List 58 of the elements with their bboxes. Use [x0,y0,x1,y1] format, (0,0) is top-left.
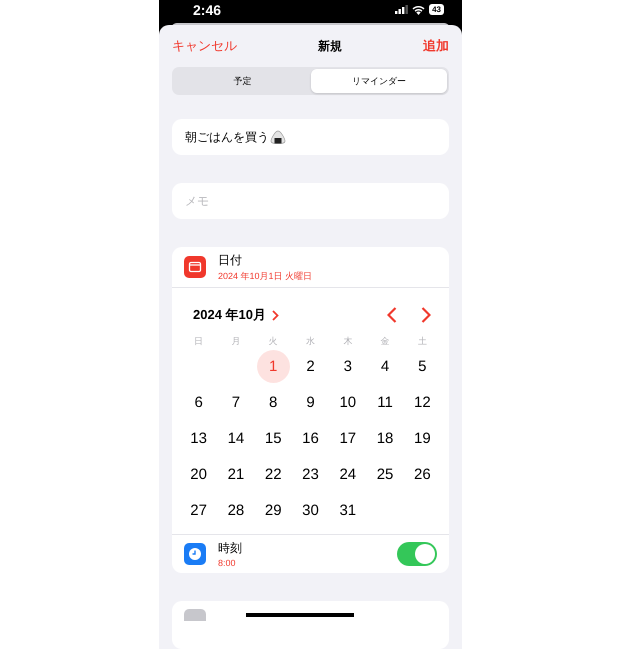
calendar-day[interactable]: 31 [331,494,364,526]
calendar-day[interactable]: 12 [406,386,439,418]
calendar-day[interactable]: 29 [256,494,290,526]
signal-icon [395,5,408,14]
time-label: 時刻 [218,540,243,557]
calendar-day[interactable]: 20 [182,458,216,490]
calendar-day[interactable]: 18 [368,422,402,454]
calendar-day[interactable]: 27 [182,494,216,526]
weekday-label: 水 [304,334,316,348]
segment-tab[interactable]: 予定 [174,69,310,93]
calendar-day[interactable]: 8 [256,386,290,418]
weekday-label: 日 [193,334,204,348]
weekday-label: 金 [380,334,391,348]
calendar-day[interactable]: 24 [331,458,364,490]
weekday-label: 木 [342,334,354,348]
calendar-day[interactable]: 13 [182,422,216,454]
weekday-label: 火 [268,334,279,348]
calendar-day[interactable]: 15 [256,422,290,454]
calendar-day[interactable]: 4 [368,350,402,382]
previous-month-icon[interactable] [387,307,397,323]
add-button[interactable]: 追加 [423,37,449,55]
title-field[interactable]: 朝ごはんを買う [172,119,449,155]
sheet-title: 新規 [318,38,342,54]
calendar-day[interactable]: 25 [368,458,402,490]
battery-indicator: 43 [429,4,444,16]
calendar-day[interactable]: 21 [219,458,252,490]
date-label: 日付 [218,252,243,268]
clock-icon [184,543,206,565]
calendar-day[interactable]: 2 [294,350,327,382]
chevron-icon [272,310,279,320]
month-picker[interactable]: 2024 年10月 [193,306,279,324]
calendar-day[interactable]: 9 [294,386,327,418]
calendar-day[interactable]: 28 [219,494,252,526]
calendar-day[interactable]: 16 [294,422,327,454]
cancel-button[interactable]: キャンセル [172,37,237,55]
calendar-day[interactable]: 7 [219,386,252,418]
calendar-day[interactable]: 30 [294,494,327,526]
calendar-day[interactable]: 23 [294,458,327,490]
calendar-day[interactable]: 26 [406,458,439,490]
time-toggle[interactable] [397,542,437,566]
calendar-day[interactable]: 19 [406,422,439,454]
calendar-day[interactable]: 14 [219,422,252,454]
calendar-day[interactable]: 22 [256,458,290,490]
calendar-icon [184,256,206,278]
calendar-day[interactable]: 6 [182,386,216,418]
next-month-icon[interactable] [421,307,431,323]
segment-tab[interactable]: リマインダー [310,69,447,93]
calendar-day[interactable]: 17 [331,422,364,454]
date-value[interactable]: 2024 年10月1日 火曜日 [218,270,437,282]
calendar-day[interactable]: 10 [331,386,364,418]
status-time: 2:46 [193,2,222,18]
weekday-label: 土 [416,334,428,348]
time-value[interactable]: 8:00 [218,558,397,568]
weekday-label: 月 [230,334,242,348]
calendar-day[interactable]: 3 [331,350,364,382]
calendar-day[interactable]: 11 [368,386,402,418]
wifi-icon [412,4,426,15]
calendar-day[interactable]: 5 [406,350,439,382]
